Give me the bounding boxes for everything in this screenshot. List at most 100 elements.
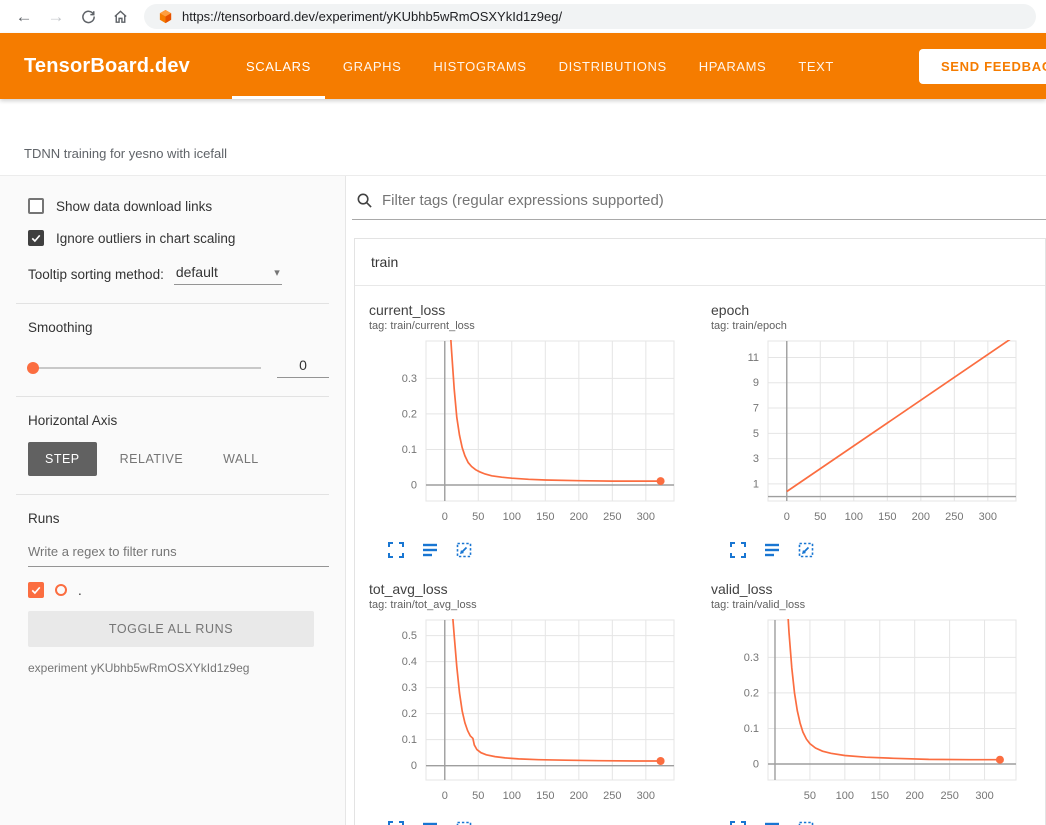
svg-text:200: 200	[912, 511, 930, 523]
ignore-outliers-row[interactable]: Ignore outliers in chart scaling	[28, 230, 329, 246]
chart-card-epoch: epoch tag: train/epoch 05010015020025030…	[711, 302, 1046, 559]
axis-step-button[interactable]: STEP	[28, 442, 97, 476]
svg-text:100: 100	[503, 790, 521, 802]
svg-text:200: 200	[906, 790, 924, 802]
svg-text:1: 1	[753, 478, 759, 490]
axis-wall-button[interactable]: WALL	[206, 442, 276, 476]
checkbox-checked-icon[interactable]	[28, 230, 44, 246]
general-settings-section: Show data download links Ignore outliers…	[0, 176, 345, 303]
smoothing-slider[interactable]	[28, 367, 261, 369]
svg-text:0: 0	[442, 790, 448, 802]
svg-text:250: 250	[945, 511, 963, 523]
svg-text:0.1: 0.1	[744, 723, 759, 735]
svg-text:0: 0	[753, 759, 759, 771]
svg-text:0.5: 0.5	[402, 630, 417, 642]
experiment-title-band: TDNN training for yesno with icefall	[0, 99, 1046, 175]
tab-distributions[interactable]: DISTRIBUTIONS	[545, 33, 681, 99]
svg-text:300: 300	[975, 790, 993, 802]
svg-text:0: 0	[411, 760, 417, 772]
tab-hparams[interactable]: HPARAMS	[685, 33, 781, 99]
line-chart[interactable]: 05010015020025030000.10.20.30.40.5	[369, 613, 711, 817]
svg-text:50: 50	[804, 790, 816, 802]
tab-scalars[interactable]: SCALARS	[232, 33, 325, 99]
fit-domain-icon[interactable]	[797, 541, 815, 559]
main-nav: SCALARS GRAPHS HISTOGRAMS DISTRIBUTIONS …	[232, 33, 848, 99]
svg-text:5: 5	[753, 428, 759, 440]
toggle-y-axis-icon[interactable]	[763, 541, 781, 559]
line-chart[interactable]: 5010015020025030000.10.20.3	[711, 613, 1046, 817]
expand-chart-icon[interactable]	[729, 820, 747, 825]
experiment-id-caption: experiment yKUbhb5wRmOSXYkId1z9eg	[28, 661, 329, 675]
line-chart-svg: 05010015020025030000.10.20.3	[369, 334, 701, 538]
toggle-y-axis-icon[interactable]	[421, 820, 439, 825]
axis-relative-button[interactable]: RELATIVE	[103, 442, 201, 476]
slider-thumb[interactable]	[27, 362, 39, 374]
chart-tag: tag: train/current_loss	[369, 320, 711, 332]
smoothing-section: Smoothing 0	[0, 304, 345, 396]
back-icon[interactable]: ←	[10, 3, 38, 31]
refresh-icon[interactable]	[74, 3, 102, 31]
smoothing-slider-row: 0	[28, 357, 329, 378]
expand-chart-icon[interactable]	[387, 541, 405, 559]
run-color-swatch-icon	[55, 584, 67, 596]
content-area: Show data download links Ignore outliers…	[0, 175, 1046, 825]
tab-histograms[interactable]: HISTOGRAMS	[419, 33, 540, 99]
chart-tag: tag: train/epoch	[711, 320, 1046, 332]
svg-text:150: 150	[871, 790, 889, 802]
tooltip-sorting-value: default	[176, 264, 218, 280]
tag-filter-row	[352, 176, 1046, 220]
svg-text:50: 50	[814, 511, 826, 523]
tooltip-sorting-dropdown[interactable]: default ▾	[174, 262, 282, 285]
browser-toolbar: ← → https://tensorboard.dev/experiment/y…	[0, 0, 1046, 33]
url-text: https://tensorboard.dev/experiment/yKUbh…	[182, 9, 562, 24]
svg-text:150: 150	[536, 511, 554, 523]
svg-text:50: 50	[472, 511, 484, 523]
svg-text:7: 7	[753, 403, 759, 415]
line-chart[interactable]: 0501001502002503001357911	[711, 334, 1046, 538]
chart-toolbar	[711, 538, 1046, 559]
fit-domain-icon[interactable]	[797, 820, 815, 825]
tab-text[interactable]: TEXT	[784, 33, 848, 99]
svg-text:0.3: 0.3	[402, 682, 417, 694]
tab-graphs[interactable]: GRAPHS	[329, 33, 416, 99]
svg-text:0: 0	[442, 511, 448, 523]
svg-text:3: 3	[753, 453, 759, 465]
chart-tag: tag: train/valid_loss	[711, 599, 1046, 611]
run-list-item[interactable]: .	[28, 582, 329, 598]
expand-chart-icon[interactable]	[387, 820, 405, 825]
svg-text:250: 250	[603, 511, 621, 523]
fit-domain-icon[interactable]	[455, 820, 473, 825]
svg-text:300: 300	[979, 511, 997, 523]
expand-chart-icon[interactable]	[729, 541, 747, 559]
svg-text:0: 0	[411, 480, 417, 492]
show-download-links-row[interactable]: Show data download links	[28, 198, 329, 214]
train-section-header[interactable]: train	[355, 239, 1045, 286]
svg-text:150: 150	[878, 511, 896, 523]
run-checkbox-icon[interactable]	[28, 582, 44, 598]
tooltip-sorting-row: Tooltip sorting method: default ▾	[28, 262, 329, 285]
settings-sidebar: Show data download links Ignore outliers…	[0, 176, 346, 825]
line-chart-svg: 05010015020025030000.10.20.30.40.5	[369, 613, 701, 817]
checkbox-unchecked-icon[interactable]	[28, 198, 44, 214]
horizontal-axis-label: Horizontal Axis	[28, 413, 329, 428]
runs-filter-input[interactable]	[28, 536, 329, 567]
toggle-y-axis-icon[interactable]	[421, 541, 439, 559]
toggle-y-axis-icon[interactable]	[763, 820, 781, 825]
chart-card-current-loss: current_loss tag: train/current_loss 050…	[369, 302, 711, 559]
address-bar[interactable]: https://tensorboard.dev/experiment/yKUbh…	[144, 4, 1036, 29]
forward-icon[interactable]: →	[42, 3, 70, 31]
chevron-down-icon: ▾	[274, 266, 280, 279]
svg-text:0.3: 0.3	[744, 652, 759, 664]
smoothing-value[interactable]: 0	[277, 357, 329, 378]
svg-text:11: 11	[748, 352, 759, 364]
chart-card-valid-loss: valid_loss tag: train/valid_loss 5010015…	[711, 581, 1046, 825]
home-icon[interactable]	[106, 3, 134, 31]
tag-filter-input[interactable]	[382, 192, 1046, 209]
brand-title: TensorBoard.dev	[24, 55, 190, 78]
line-chart[interactable]: 05010015020025030000.10.20.3	[369, 334, 711, 538]
fit-domain-icon[interactable]	[455, 541, 473, 559]
chart-title: valid_loss	[711, 581, 1046, 597]
send-feedback-button[interactable]: SEND FEEDBACK	[919, 49, 1046, 84]
run-name: .	[78, 583, 82, 598]
toggle-all-runs-button[interactable]: TOGGLE ALL RUNS	[28, 611, 314, 647]
